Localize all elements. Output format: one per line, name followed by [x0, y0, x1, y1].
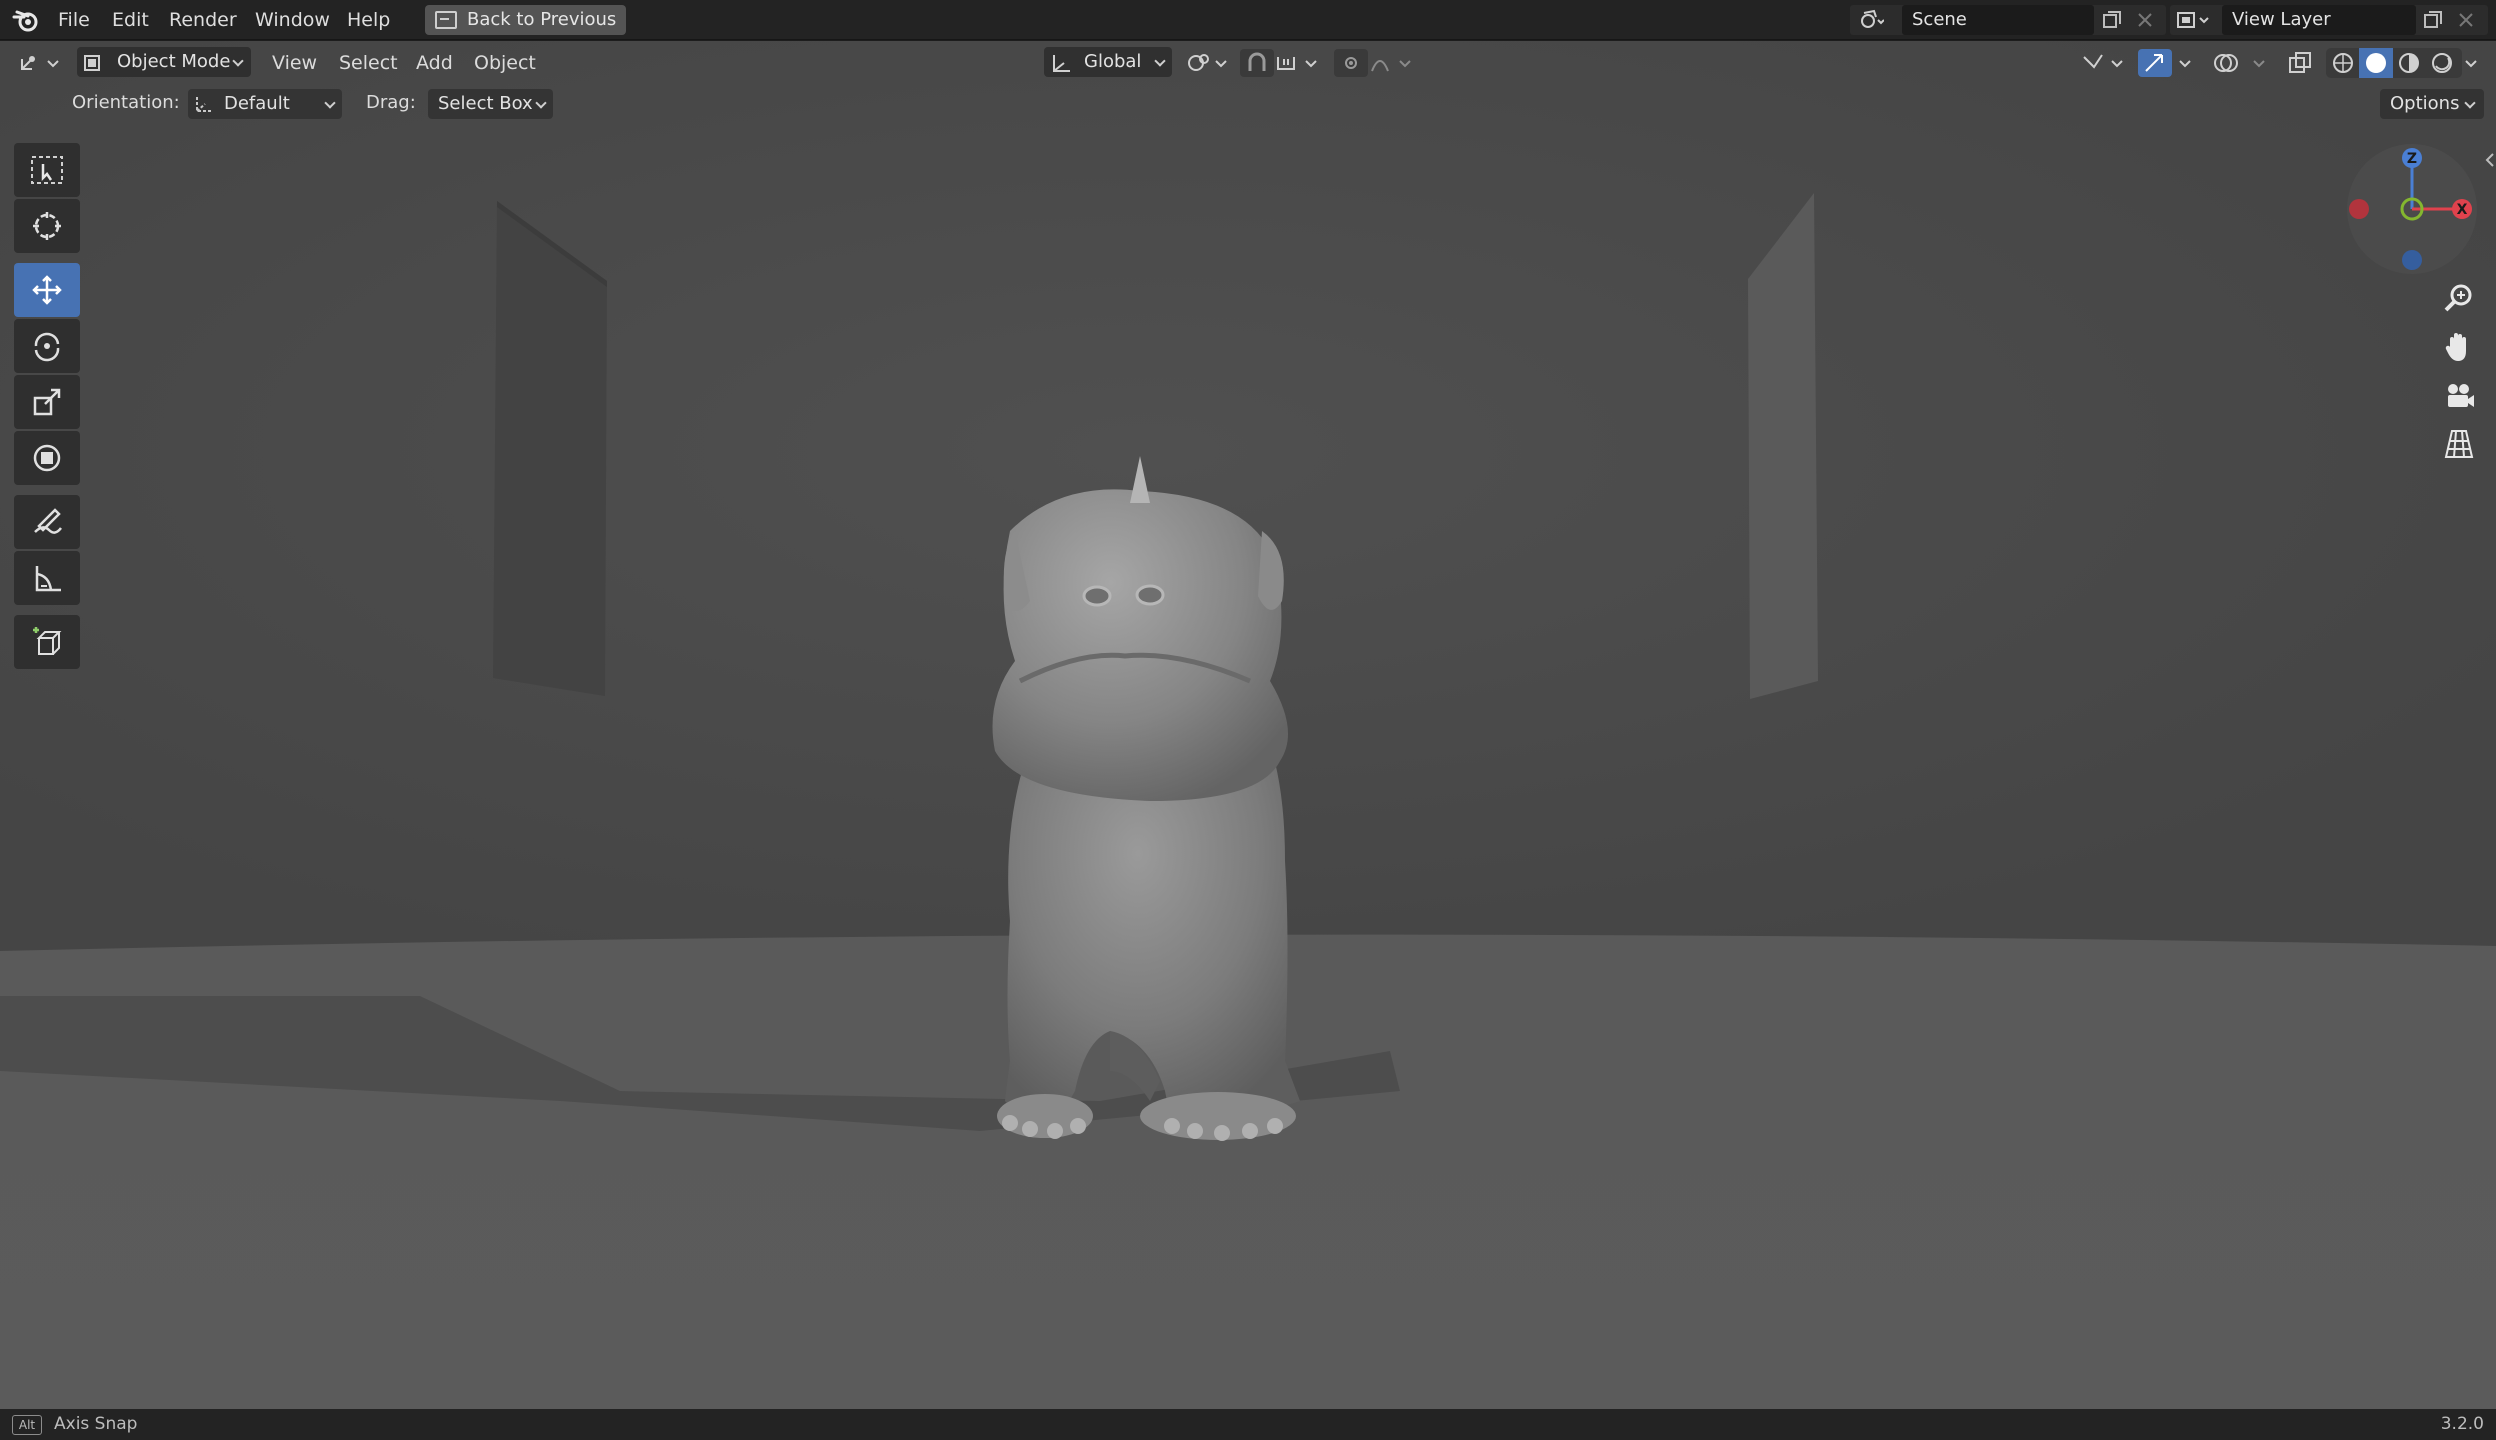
- camera-view-icon[interactable]: [2440, 377, 2478, 415]
- object-mode-icon: [84, 55, 100, 71]
- transform-orientation-value: Global: [1084, 51, 1142, 72]
- sidebar-toggle-icon[interactable]: [2484, 151, 2496, 169]
- add-cube-tool[interactable]: [14, 615, 80, 669]
- transform-icon: [33, 444, 61, 472]
- blender-logo-icon[interactable]: [12, 7, 40, 33]
- orientation-value: Default: [224, 93, 290, 114]
- shading-chevron-down-icon[interactable]: [2462, 51, 2484, 75]
- rotate-tool[interactable]: [14, 319, 80, 373]
- remove-view-layer-icon[interactable]: [2456, 10, 2476, 30]
- drag-label: Drag:: [366, 92, 416, 113]
- add-cube-icon: [33, 627, 62, 655]
- back-icon: [435, 11, 457, 29]
- menu-help[interactable]: Help: [347, 0, 390, 40]
- measure-icon: [35, 566, 61, 592]
- gizmo-x-label: X: [2457, 202, 2468, 218]
- overlays-toggle-icon[interactable]: [2210, 49, 2244, 77]
- mode-value: Object Mode: [117, 51, 231, 72]
- alt-key-badge: Alt: [12, 1415, 42, 1435]
- rotate-icon: [34, 332, 60, 362]
- annotate-tool[interactable]: [14, 495, 80, 549]
- header-menu-view[interactable]: View: [272, 47, 317, 79]
- snap-target-icon[interactable]: [1274, 51, 1324, 75]
- scale-icon: [33, 388, 61, 416]
- viewport-header: Object Mode View Select Add Object Globa…: [0, 41, 2496, 85]
- menu-render[interactable]: Render: [169, 0, 237, 40]
- pivot-point-icon[interactable]: [1186, 51, 1230, 75]
- drag-value: Select Box: [438, 93, 533, 114]
- remove-scene-icon[interactable]: [2135, 10, 2155, 30]
- global-axes-icon: [1053, 55, 1070, 72]
- gizmo-chevron-down-icon[interactable]: [2176, 51, 2198, 75]
- select-box-icon: [31, 156, 63, 184]
- gizmo-z-label: Z: [2407, 151, 2417, 167]
- measure-tool[interactable]: [14, 551, 80, 605]
- scene-name-field[interactable]: Scene: [1902, 5, 2094, 35]
- pan-hand-icon[interactable]: [2440, 327, 2478, 365]
- transform-tool[interactable]: [14, 431, 80, 485]
- new-view-layer-icon[interactable]: [2423, 10, 2443, 30]
- xray-toggle-icon[interactable]: [2286, 50, 2314, 76]
- move-icon: [32, 275, 62, 305]
- version-label: 3.2.0: [2440, 1414, 2484, 1434]
- navigation-gizmo[interactable]: Z X: [2347, 144, 2477, 274]
- menu-edit[interactable]: Edit: [112, 0, 149, 40]
- top-bar: File Edit Render Window Help Back to Pre…: [0, 0, 2496, 40]
- cursor-tool[interactable]: [14, 199, 80, 253]
- overlays-chevron-down-icon[interactable]: [2250, 51, 2272, 75]
- view-layer-name-field[interactable]: View Layer: [2222, 5, 2416, 35]
- orientation-axes-icon: [196, 97, 213, 112]
- scene-icon[interactable]: [1858, 9, 1884, 31]
- shading-mode-buttons[interactable]: [2326, 48, 2462, 78]
- status-hint: Axis Snap: [54, 1414, 138, 1434]
- drag-dropdown[interactable]: Select Box: [428, 89, 553, 119]
- annotate-icon: [34, 508, 62, 534]
- cursor-icon: [33, 212, 61, 240]
- tool-settings-bar: Orientation: Default Drag: Select Box Op…: [0, 85, 2496, 127]
- back-to-previous-label: Back to Previous: [467, 9, 617, 30]
- header-menu-select[interactable]: Select: [339, 47, 398, 79]
- axis-gizmo-icon: Z X: [2349, 148, 2472, 270]
- snap-toggle-icon[interactable]: [1240, 49, 1274, 77]
- mode-dropdown[interactable]: Object Mode: [77, 47, 251, 77]
- back-to-previous-button[interactable]: Back to Previous: [425, 5, 626, 35]
- falloff-icon[interactable]: [1368, 51, 1418, 75]
- menu-file[interactable]: File: [58, 0, 90, 40]
- select-box-tool[interactable]: [14, 143, 80, 197]
- perspective-toggle-icon[interactable]: [2440, 425, 2478, 463]
- view-layer-icon[interactable]: [2176, 9, 2212, 31]
- orientation-label: Orientation:: [72, 92, 180, 113]
- header-menu-add[interactable]: Add: [416, 47, 453, 79]
- options-label: Options: [2390, 93, 2460, 114]
- header-menu-object[interactable]: Object: [474, 47, 536, 79]
- 3d-viewport[interactable]: Object Mode View Select Add Object Globa…: [0, 41, 2496, 1409]
- menu-window[interactable]: Window: [255, 0, 330, 40]
- scale-tool[interactable]: [14, 375, 80, 429]
- selectability-visibility-icon[interactable]: [2080, 51, 2130, 75]
- move-tool[interactable]: [14, 263, 80, 317]
- status-bar: Alt Axis Snap 3.2.0: [0, 1409, 2496, 1440]
- proportional-editing-icon[interactable]: [1334, 49, 1368, 77]
- editor-type-icon[interactable]: [18, 51, 62, 75]
- zoom-icon[interactable]: [2440, 279, 2478, 317]
- scene-render: [0, 41, 2496, 1409]
- gizmo-toggle-icon[interactable]: [2138, 49, 2172, 77]
- new-scene-icon[interactable]: [2102, 10, 2122, 30]
